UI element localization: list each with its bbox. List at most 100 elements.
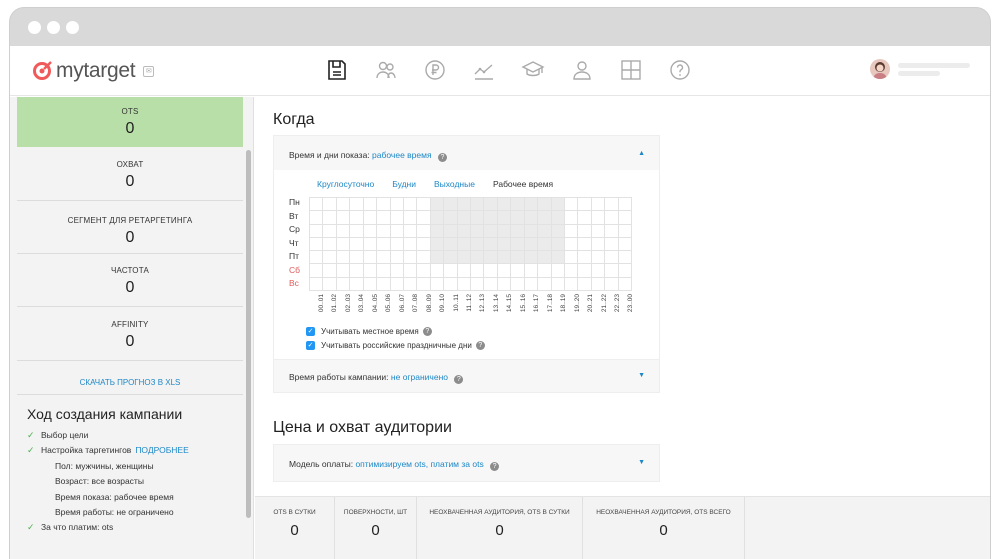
schedule-cell[interactable] xyxy=(390,237,404,252)
schedule-cell[interactable] xyxy=(403,224,418,238)
schedule-cell[interactable] xyxy=(336,237,351,252)
logo[interactable]: mytarget ✉ xyxy=(32,59,155,83)
schedule-cell[interactable] xyxy=(564,277,579,291)
schedule-cell[interactable] xyxy=(497,251,512,265)
schedule-cell[interactable] xyxy=(457,237,471,252)
schedule-cell[interactable] xyxy=(471,237,485,252)
nav-profile[interactable] xyxy=(557,57,606,83)
payment-value-link[interactable]: оптимизируем ots, платим за ots xyxy=(355,459,483,469)
schedule-cell[interactable] xyxy=(403,198,418,212)
nav-campaigns[interactable] xyxy=(312,57,361,83)
window-dot-maximize[interactable] xyxy=(66,21,79,34)
schedule-cell[interactable] xyxy=(511,198,525,212)
schedule-cell[interactable] xyxy=(457,211,471,225)
schedule-cell[interactable] xyxy=(310,224,324,238)
collapse-arrow-icon[interactable]: ▲ xyxy=(638,150,645,157)
schedule-cell[interactable] xyxy=(310,237,324,252)
nav-help[interactable] xyxy=(655,57,704,83)
schedule-cell[interactable] xyxy=(323,277,337,291)
schedule-cell[interactable] xyxy=(336,264,351,278)
help-icon[interactable]: ? xyxy=(422,327,432,336)
schedule-cell[interactable] xyxy=(564,198,579,212)
schedule-cell[interactable] xyxy=(618,277,632,291)
schedule-cell[interactable] xyxy=(524,211,539,225)
schedule-cell[interactable] xyxy=(618,198,632,212)
day-label[interactable]: Сб xyxy=(289,265,300,279)
schedule-cell[interactable] xyxy=(538,251,552,265)
schedule-cell[interactable] xyxy=(511,264,525,278)
schedule-cell[interactable] xyxy=(363,251,378,265)
help-icon[interactable]: ? xyxy=(437,153,447,162)
nav-statistics[interactable] xyxy=(459,57,508,83)
checkbox-checked-icon[interactable]: ✓ xyxy=(306,327,315,336)
schedule-cell[interactable] xyxy=(484,237,498,252)
schedule-cell[interactable] xyxy=(471,224,485,238)
schedule-cell[interactable] xyxy=(471,198,485,212)
schedule-cell[interactable] xyxy=(471,277,485,291)
schedule-cell[interactable] xyxy=(471,211,485,225)
schedule-cell[interactable] xyxy=(524,251,539,265)
schedule-cell[interactable] xyxy=(430,198,445,212)
schedule-cell[interactable] xyxy=(538,237,552,252)
hour-label[interactable]: 05..06 xyxy=(376,294,392,318)
schedule-cell[interactable] xyxy=(363,211,378,225)
schedule-cell[interactable] xyxy=(605,277,619,291)
hour-label[interactable]: 20..21 xyxy=(578,294,594,318)
day-label[interactable]: Пт xyxy=(289,251,300,265)
schedule-cell[interactable] xyxy=(323,211,337,225)
preset-working-hours[interactable]: Рабочее время xyxy=(493,179,553,189)
schedule-cell[interactable] xyxy=(497,198,512,212)
preset-weekdays[interactable]: Будни xyxy=(392,179,416,189)
nav-billing[interactable] xyxy=(410,57,459,83)
schedule-cell[interactable] xyxy=(336,224,351,238)
day-label[interactable]: Чт xyxy=(289,238,300,252)
schedule-cell[interactable] xyxy=(430,251,445,265)
schedule-cell[interactable] xyxy=(323,224,337,238)
schedule-cell[interactable] xyxy=(564,224,579,238)
schedule-cell[interactable] xyxy=(484,198,498,212)
hour-label[interactable]: 04..05 xyxy=(363,294,379,318)
hour-label[interactable]: 13..14 xyxy=(484,294,500,318)
day-label[interactable]: Пн xyxy=(289,197,300,211)
schedule-cell[interactable] xyxy=(551,277,565,291)
schedule-cell[interactable] xyxy=(497,211,512,225)
schedule-cell[interactable] xyxy=(444,224,458,238)
hour-label[interactable]: 22..23 xyxy=(605,294,621,318)
schedule-grid[interactable] xyxy=(309,197,632,291)
window-dot-close[interactable] xyxy=(28,21,41,34)
schedule-cell[interactable] xyxy=(417,237,431,252)
schedule-value-link[interactable]: рабочее время xyxy=(372,150,432,160)
schedule-cell[interactable] xyxy=(323,198,337,212)
schedule-cell[interactable] xyxy=(430,264,445,278)
hour-label[interactable]: 23..00 xyxy=(618,294,634,318)
schedule-cell[interactable] xyxy=(323,251,337,265)
schedule-cell[interactable] xyxy=(350,264,364,278)
schedule-cell[interactable] xyxy=(484,277,498,291)
schedule-cell[interactable] xyxy=(551,224,565,238)
hour-label[interactable]: 03..04 xyxy=(349,294,365,318)
schedule-cell[interactable] xyxy=(484,211,498,225)
hour-label[interactable]: 11..12 xyxy=(457,294,473,318)
hour-label[interactable]: 00..01 xyxy=(309,294,325,318)
more-link[interactable]: ПОДРОБНЕЕ xyxy=(135,445,188,455)
schedule-cell[interactable] xyxy=(524,277,539,291)
schedule-cell[interactable] xyxy=(591,277,606,291)
schedule-cell[interactable] xyxy=(564,237,579,252)
schedule-cell[interactable] xyxy=(591,264,606,278)
expand-arrow-icon[interactable]: ▼ xyxy=(638,372,645,379)
schedule-cell[interactable] xyxy=(551,251,565,265)
schedule-cell[interactable] xyxy=(444,237,458,252)
schedule-cell[interactable] xyxy=(538,224,552,238)
schedule-cell[interactable] xyxy=(350,251,364,265)
expand-arrow-icon[interactable]: ▼ xyxy=(638,459,645,466)
schedule-cell[interactable] xyxy=(336,211,351,225)
schedule-cell[interactable] xyxy=(511,251,525,265)
schedule-cell[interactable] xyxy=(564,251,579,265)
window-dot-minimize[interactable] xyxy=(47,21,60,34)
schedule-cell[interactable] xyxy=(551,211,565,225)
schedule-cell[interactable] xyxy=(457,224,471,238)
schedule-cell[interactable] xyxy=(538,264,552,278)
hour-label[interactable]: 10..11 xyxy=(444,294,460,318)
schedule-cell[interactable] xyxy=(390,211,404,225)
schedule-cell[interactable] xyxy=(377,264,391,278)
